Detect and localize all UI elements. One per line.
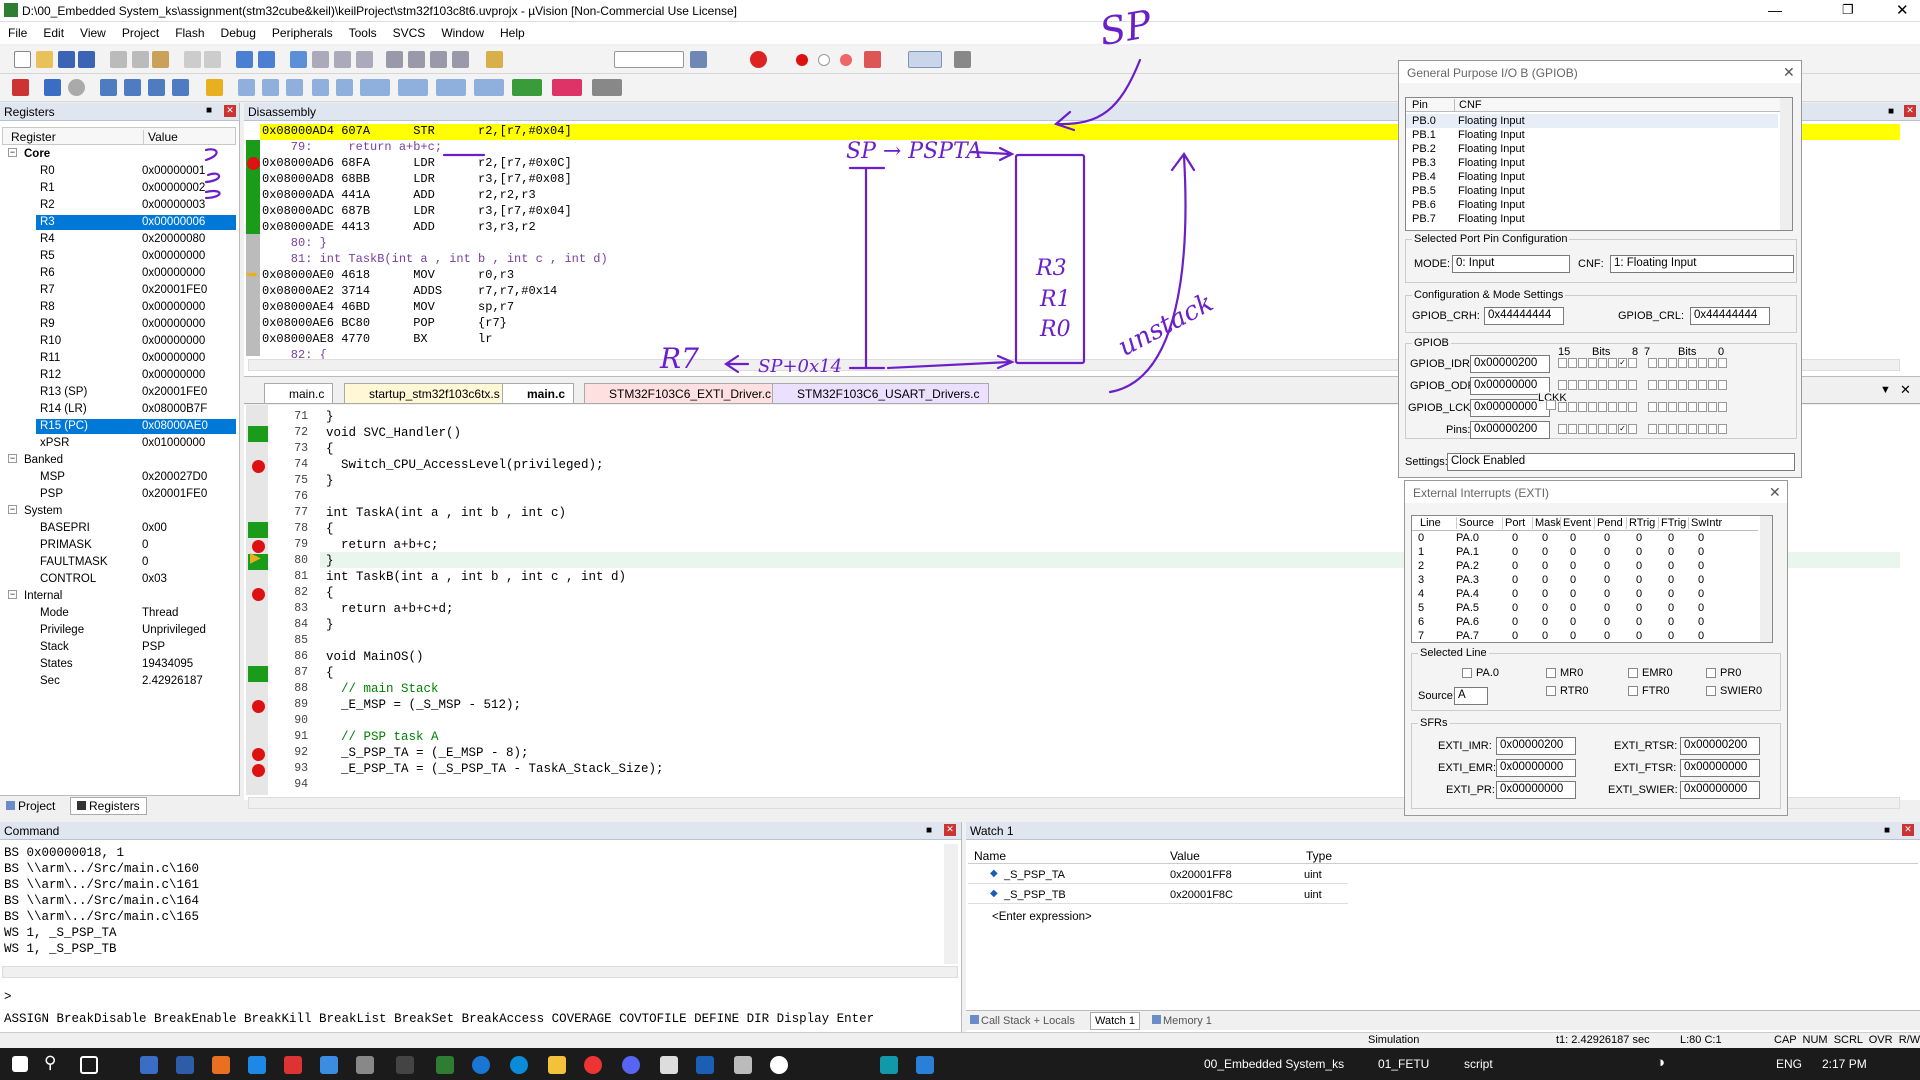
- annotation-arrow-top: [1053, 58, 1142, 132]
- annotation-unstack: unstack: [1113, 288, 1218, 363]
- annotation-arrow-r2b: [204, 189, 221, 200]
- annotation-arrow-r2: [204, 172, 221, 184]
- annotation-sp-plus: SP+0x14: [758, 356, 842, 377]
- annotation-unstack-curve: [1108, 152, 1196, 394]
- annotation-r3: R3: [1035, 256, 1067, 281]
- annotation-r1: R1: [1039, 287, 1071, 312]
- annotation-sp-psp: SP → PSPTA: [846, 139, 982, 164]
- annotation-vertical-line: [848, 166, 886, 370]
- handwritten-annotations: SP SP → PSPTA R3 R1 R0 unstack R7 SP+0x1…: [204, 2, 1218, 394]
- annotation-sp-top: SP: [1096, 2, 1156, 55]
- annotation-arrow-left: [724, 354, 750, 374]
- annotation-r0: R0: [1039, 317, 1071, 342]
- annotation-arrow-r7: [886, 354, 1015, 370]
- annotation-r7: R7: [659, 342, 699, 375]
- annotation-arrow-r1: [204, 148, 218, 162]
